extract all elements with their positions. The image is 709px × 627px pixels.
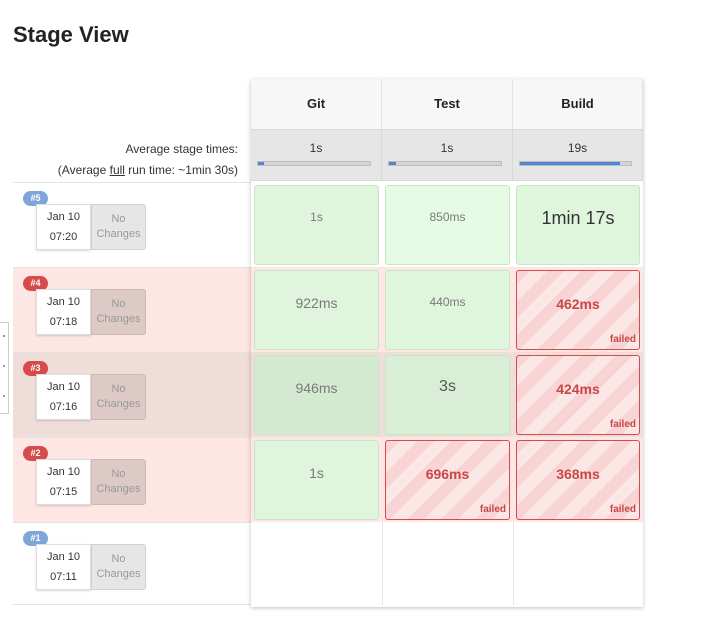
changes-text: No [111,468,126,480]
stage-average-bar-fill [258,162,264,165]
stage-cell-build[interactable]: 368ms failed [516,440,640,520]
build-date-card: Jan 10 07:11 [36,544,91,590]
build-date-card: Jan 10 07:20 [36,204,91,250]
build-time: 07:11 [50,571,77,583]
stage-duration: 462ms [556,296,600,312]
changes-text: No [111,553,126,565]
stage-cell-build[interactable]: 424ms failed [516,355,640,435]
stage-duration: 440ms [429,295,466,309]
stage-duration: 922ms [295,295,338,311]
stage-duration: 1s [309,465,324,481]
stage-cell-test[interactable]: 440ms [385,270,510,350]
changes-text: No [111,213,126,225]
stage-header-test[interactable]: Test [382,79,513,129]
no-changes-box[interactable]: No Changes [91,204,146,250]
build-date-card: Jan 10 07:16 [36,374,91,420]
build-time: 07:15 [49,486,78,498]
build-row[interactable]: #5 Jan 10 07:20 No Changes [13,182,251,267]
stage-header-build[interactable]: Build [513,79,643,129]
column-divider [382,522,383,605]
stage-cell-git[interactable]: 1s [254,185,379,265]
stage-average-bar-fill [389,162,396,165]
stage-duration: 696ms [425,466,470,482]
stage-average-bar [519,161,632,166]
changes-text: Changes [96,568,141,580]
stage-header-git[interactable]: Git [251,79,382,129]
stage-cell-git[interactable]: 1s [254,440,379,520]
stage-duration: 1s [310,210,323,224]
column-divider [513,522,514,605]
build-date: Jan 10 [46,296,81,308]
average-full-run-time: (Average full run time: ~1min 30s) [57,163,238,177]
failed-label: failed [609,419,636,430]
stage-view-table: Git 1s Test 1s Build 19s 1s 850ms 1min 17s 922ms 4… [251,79,643,607]
stage-row-background [251,522,643,605]
build-row[interactable]: #4 Jan 10 07:18 No Changes [13,267,251,352]
build-date: Jan 10 [46,466,81,478]
stage-average-build: 19s [513,129,643,181]
build-date-card: Jan 10 07:15 [36,459,91,505]
stage-average-bar-fill [520,162,620,165]
page-title: Stage View [13,22,129,47]
stage-duration: 424ms [556,381,600,397]
no-changes-box[interactable]: No Changes [91,289,146,335]
stage-average-bar [257,161,371,166]
failed-label: failed [479,504,506,515]
stage-average-git: 1s [251,129,382,181]
no-changes-box[interactable]: No Changes [91,459,146,505]
build-time: 07:16 [49,401,78,413]
stage-average-bar [388,161,502,166]
stage-duration: 850ms [429,210,466,224]
build-date: Jan 10 [46,211,81,223]
stage-cell-git[interactable]: 922ms [254,270,379,350]
build-row[interactable]: #3 Jan 10 07:16 No Changes [13,352,251,437]
changes-text: Changes [96,398,141,410]
stage-average-time: 19s [567,141,588,155]
build-date: Jan 10 [46,381,81,393]
stage-cell-git[interactable]: 946ms [254,355,379,435]
stage-cell-test[interactable]: 850ms [385,185,510,265]
changes-text: No [111,383,126,395]
no-changes-box[interactable]: No Changes [91,374,146,420]
stage-duration: 946ms [295,380,338,396]
build-time: 07:20 [49,231,78,243]
no-changes-box[interactable]: No Changes [91,544,146,590]
stage-average-time: 1s [440,141,454,155]
changes-text: Changes [96,228,141,240]
side-panel-handle[interactable] [0,322,9,414]
stage-cell-test[interactable]: 696ms failed [385,440,510,520]
stage-duration: 368ms [556,466,600,482]
stage-duration: 1min 17s [541,208,615,228]
stage-average-test: 1s [382,129,513,181]
stage-duration: 3s [439,378,456,395]
stage-cell-test[interactable]: 3s [385,355,510,435]
changes-text: Changes [96,313,141,325]
failed-label: failed [609,334,636,345]
build-date: Jan 10 [46,551,81,563]
stage-cell-build[interactable]: 1min 17s [516,185,640,265]
failed-label: failed [609,504,636,515]
stage-average-time: 1s [309,141,323,155]
build-time: 07:18 [49,316,78,328]
build-row[interactable]: #1 Jan 10 07:11 No Changes [13,522,251,605]
build-row[interactable]: #2 Jan 10 07:15 No Changes [13,437,251,522]
average-stage-times-label: Average stage times: [125,142,238,156]
build-date-card: Jan 10 07:18 [36,289,91,335]
changes-text: Changes [96,483,141,495]
changes-text: No [111,298,126,310]
stage-cell-build[interactable]: 462ms failed [516,270,640,350]
full-run-link[interactable]: full [110,163,125,177]
